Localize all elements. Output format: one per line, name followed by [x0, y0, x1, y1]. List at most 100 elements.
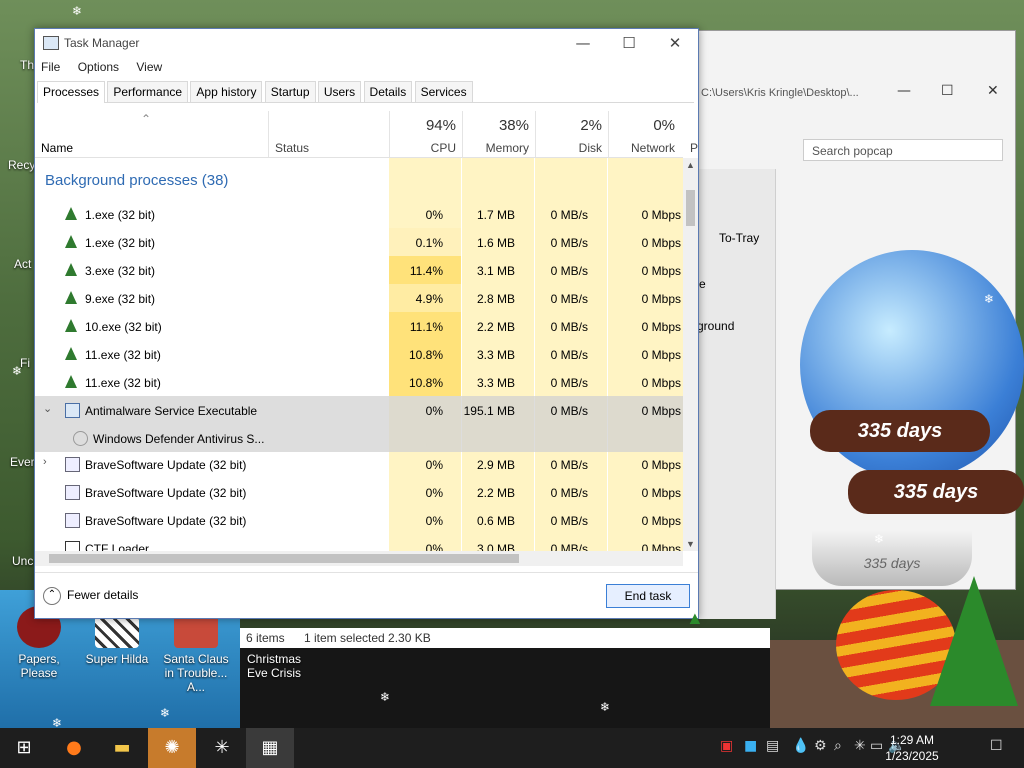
cpu-total: 94%	[425, 117, 456, 134]
file-explorer-icon[interactable]: ▬	[98, 728, 146, 768]
firefox-icon[interactable]: ●	[50, 728, 98, 768]
disk-value: 0 MB/s	[550, 514, 588, 528]
column-network: Network	[630, 141, 675, 155]
expand-icon[interactable]: ›	[43, 456, 47, 468]
desktop-icon-label: Papers, Please	[18, 652, 60, 680]
notification-icon[interactable]: ☐	[990, 738, 1003, 754]
to-tray-label[interactable]: To-Tray	[719, 231, 759, 245]
tray-app-icon[interactable]: ▣	[720, 738, 733, 754]
snowflake-app-icon[interactable]: ✳	[198, 728, 246, 768]
column-status: Status	[275, 141, 310, 155]
tab-performance[interactable]: Performance	[107, 81, 189, 102]
fewer-details-button[interactable]: ⌃ Fewer details	[43, 587, 138, 605]
tray-square-icon[interactable]: ■	[744, 738, 757, 754]
memory-total: 38%	[498, 117, 529, 134]
fewer-details-label: Fewer details	[67, 588, 139, 603]
game-app-icon[interactable]: ✺	[148, 728, 196, 768]
horizontal-scrollbar[interactable]	[35, 551, 683, 566]
sort-arrow-icon: ⌃	[141, 112, 152, 126]
column-name[interactable]: Name	[41, 141, 73, 155]
cpu-value: 10.8%	[408, 348, 443, 362]
column-cpu-header[interactable]: 94% CPU	[389, 111, 462, 157]
table-row[interactable]: 11.exe (32 bit) 10.8% 3.3 MB 0 MB/s 0 Mbps	[35, 340, 683, 368]
table-row[interactable]: Windows Defender Antivirus S...	[35, 424, 683, 452]
tab-users[interactable]: Users	[317, 81, 362, 102]
desktop-edge-label[interactable]: Recy	[8, 158, 35, 172]
memory-value: 2.9 MB	[476, 458, 515, 472]
column-network-header[interactable]: 0% Network	[608, 111, 681, 157]
menu-bar: File Options View	[41, 60, 176, 78]
column-status-header[interactable]: Status	[268, 111, 389, 157]
menu-file[interactable]: File	[41, 60, 60, 74]
end-task-button[interactable]: End task	[606, 584, 690, 608]
minimize-icon[interactable]: —	[897, 83, 911, 99]
network-total: 0%	[653, 117, 675, 134]
search-input[interactable]: Search popcap	[803, 139, 1003, 161]
maximize-button[interactable]: ☐	[606, 29, 652, 57]
disk-value: 0 MB/s	[550, 320, 588, 334]
table-row[interactable]: 9.exe (32 bit) 4.9% 2.8 MB 0 MB/s 0 Mbps	[35, 284, 683, 312]
tray-gift-icon[interactable]: ▤	[766, 738, 779, 754]
process-name: Antimalware Service Executable	[85, 404, 258, 418]
process-list[interactable]: Background processes (38) 1.exe (32 bit)…	[35, 158, 683, 551]
update-icon	[65, 457, 80, 472]
desktop-edge-label[interactable]: Act	[14, 257, 31, 271]
desktop-edge-label[interactable]: Th	[20, 58, 34, 72]
column-power[interactable]: P	[690, 141, 698, 155]
desktop-icon-santa-claus[interactable]: Santa Claus in Trouble... A...	[158, 606, 234, 694]
maximize-icon[interactable]: ☐	[941, 83, 954, 99]
clock[interactable]: 1:29 AM 1/23/2025	[884, 732, 940, 764]
desktop-edge-label[interactable]: Ever	[10, 455, 35, 469]
task-manager-taskbar-icon[interactable]: ▦	[246, 728, 294, 768]
column-memory-header[interactable]: 38% Memory	[462, 111, 535, 157]
desktop-edge-label[interactable]: Unc	[12, 554, 33, 568]
table-row[interactable]: 11.exe (32 bit) 10.8% 3.3 MB 0 MB/s 0 Mbps	[35, 368, 683, 396]
tab-processes[interactable]: Processes	[37, 81, 106, 103]
table-row[interactable]: BraveSoftware Update (32 bit) 0% 0.6 MB 0 M…	[35, 506, 683, 534]
tray-gear-icon[interactable]: ⚙	[814, 738, 827, 754]
scroll-down-icon[interactable]: ▼	[686, 539, 695, 549]
explorer-path[interactable]: C:\Users\Kris Kringle\Desktop\...	[701, 87, 859, 99]
table-row[interactable]: › BraveSoftware Update (32 bit) 0% 2.9 MB 0 …	[35, 450, 683, 478]
process-name: 10.exe (32 bit)	[85, 320, 162, 334]
start-button[interactable]: ⊞	[0, 728, 48, 768]
tab-details[interactable]: Details	[363, 81, 413, 102]
close-button[interactable]: ✕	[652, 29, 698, 57]
process-name: 9.exe (32 bit)	[85, 292, 156, 306]
vertical-scroll-thumb[interactable]	[686, 190, 695, 226]
tray-display-icon[interactable]: ▭	[870, 738, 883, 754]
tray-network-icon[interactable]: ⌕	[834, 738, 842, 754]
title-bar[interactable]: Task Manager — ☐ ✕	[35, 29, 698, 57]
tray-snow-icon[interactable]: ✳	[854, 738, 866, 754]
table-row[interactable]: 1.exe (32 bit) 0% 1.7 MB 0 MB/s 0 Mbps	[35, 200, 683, 228]
tab-app-history[interactable]: App history	[190, 81, 263, 102]
tree-icon	[65, 375, 77, 388]
table-row[interactable]: CTF Loader 0% 3.0 MB 0 MB/s 0 Mbps	[35, 534, 683, 551]
explorer-status-bar: 6 items 1 item selected 2.30 KB	[240, 628, 770, 648]
minimize-button[interactable]: —	[560, 29, 606, 57]
vertical-scrollbar[interactable]: ▲ ▼	[683, 158, 698, 551]
table-row[interactable]: 10.exe (32 bit) 11.1% 2.2 MB 0 MB/s 0 Mbps	[35, 312, 683, 340]
snowflake-icon: ❄	[160, 706, 171, 720]
disk-value: 0 MB/s	[550, 542, 588, 551]
scroll-up-icon[interactable]: ▲	[686, 160, 695, 170]
group-header[interactable]: Background processes (38)	[45, 172, 228, 189]
close-icon[interactable]: ✕	[987, 83, 999, 99]
process-name: BraveSoftware Update (32 bit)	[85, 514, 247, 528]
table-row[interactable]: ⌄ Antimalware Service Executable 0% 195.1 M…	[35, 396, 683, 424]
column-disk-header[interactable]: 2% Disk	[535, 111, 608, 157]
tab-services[interactable]: Services	[414, 81, 473, 102]
tray-drop-icon[interactable]: 💧	[792, 738, 809, 754]
menu-view[interactable]: View	[136, 60, 162, 74]
footer: ⌃ Fewer details End task	[35, 572, 698, 619]
collapse-icon[interactable]: ⌄	[43, 402, 52, 415]
tab-startup[interactable]: Startup	[264, 81, 316, 102]
menu-options[interactable]: Options	[78, 60, 119, 74]
table-row[interactable]: 1.exe (32 bit) 0.1% 1.6 MB 0 MB/s 0 Mbps	[35, 228, 683, 256]
network-value: 0 Mbps	[641, 514, 681, 528]
snowflake-icon: ❄	[984, 292, 995, 306]
table-row[interactable]: BraveSoftware Update (32 bit) 0% 2.2 MB 0 M…	[35, 478, 683, 506]
task-manager-window[interactable]: Task Manager — ☐ ✕ File Options View Pro…	[34, 28, 699, 619]
horizontal-scroll-thumb[interactable]	[49, 554, 519, 563]
table-row[interactable]: 3.exe (32 bit) 11.4% 3.1 MB 0 MB/s 0 Mbps	[35, 256, 683, 284]
